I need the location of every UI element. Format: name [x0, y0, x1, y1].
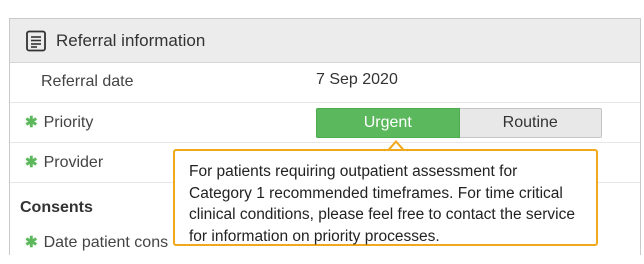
priority-row: ✱ Priority Urgent Routine [10, 103, 640, 143]
required-asterisk-icon: ✱ [25, 154, 38, 171]
priority-label: Priority [43, 114, 94, 131]
priority-urgent-button[interactable]: Urgent [316, 108, 460, 138]
date-consent-label: Date patient cons [43, 234, 169, 251]
document-icon [26, 30, 46, 52]
priority-toggle: Urgent Routine [316, 108, 602, 138]
required-asterisk-icon: ✱ [25, 114, 38, 131]
provider-label-wrap: ✱ Provider [25, 153, 103, 172]
date-consent-label-wrap: ✱ Date patient cons [25, 233, 168, 252]
tooltip-text: For patients requiring outpatient assess… [189, 163, 575, 245]
referral-date-row: Referral date 7 Sep 2020 [10, 63, 640, 103]
panel-header: Referral information [10, 19, 640, 63]
referral-date-label: Referral date [41, 73, 134, 90]
priority-routine-button[interactable]: Routine [459, 108, 602, 138]
priority-tooltip: For patients requiring outpatient assess… [173, 149, 598, 246]
consents-heading: Consents [20, 199, 93, 216]
referral-date-value: 7 Sep 2020 [316, 71, 398, 88]
panel-title: Referral information [56, 31, 206, 50]
required-asterisk-icon: ✱ [25, 234, 38, 251]
priority-label-wrap: ✱ Priority [25, 113, 93, 132]
provider-label: Provider [43, 154, 104, 171]
